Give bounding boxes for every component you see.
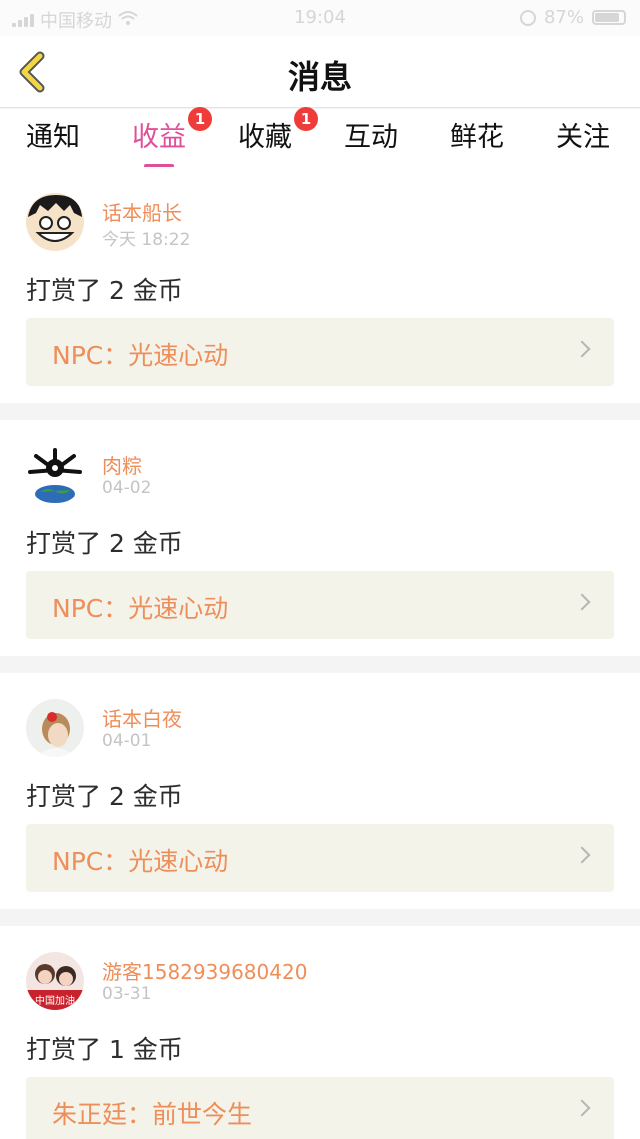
username[interactable]: 游客1582939680420 <box>102 956 307 985</box>
avatar-caption: 中国加油 <box>35 994 75 1007</box>
work-title: NPC：光速心动 <box>52 341 229 370</box>
tab-flowers[interactable]: 鲜花 <box>450 115 504 154</box>
avatar[interactable] <box>26 193 84 251</box>
avatar[interactable] <box>26 446 84 504</box>
avatar[interactable] <box>26 699 84 757</box>
work-title: 朱正廷：前世今生 <box>52 1100 253 1129</box>
tab-bar: 通知 收益 1 收藏 1 互动 鲜花 关注 <box>0 107 640 168</box>
status-bar: 中国移动 19:04 87% <box>0 0 640 36</box>
username[interactable]: 话本船长 <box>102 197 182 226</box>
tab-badge: 1 <box>294 107 318 131</box>
tab-following[interactable]: 关注 <box>556 115 610 154</box>
message-card: 肉粽 04-02 打赏了 2 金币 NPC：光速心动 <box>0 420 640 656</box>
tab-label: 收藏 <box>238 122 292 153</box>
work-link[interactable]: NPC：光速心动 <box>26 824 614 892</box>
tab-earnings[interactable]: 收益 1 <box>132 107 212 168</box>
avatar[interactable]: 中国加油 <box>26 952 84 1010</box>
page-title: 消息 <box>287 58 352 96</box>
tab-label: 收益 <box>132 122 186 153</box>
chevron-right-icon <box>573 593 591 611</box>
work-title: NPC：光速心动 <box>52 847 229 876</box>
tab-badge: 1 <box>188 107 212 131</box>
tab-label: 关注 <box>556 122 610 153</box>
message-card: 话本船长 今天 18:22 打赏了 2 金币 NPC：光速心动 <box>0 167 640 403</box>
tab-notifications[interactable]: 通知 <box>26 115 80 154</box>
reward-text: 打赏了 2 金币 <box>26 276 183 305</box>
reward-text: 打赏了 2 金币 <box>26 529 183 558</box>
tab-interactions[interactable]: 互动 <box>344 115 398 154</box>
battery-percent: 87% <box>543 7 584 28</box>
chevron-right-icon <box>573 1099 591 1117</box>
username[interactable]: 话本白夜 <box>102 703 182 732</box>
chevron-right-icon <box>573 846 591 864</box>
message-date: 今天 18:22 <box>102 230 191 250</box>
tab-label: 互动 <box>344 122 398 153</box>
message-date: 04-02 <box>102 478 152 498</box>
message-card: 话本白夜 04-01 打赏了 2 金币 NPC：光速心动 <box>0 673 640 909</box>
reward-text: 打赏了 2 金币 <box>26 782 183 811</box>
battery-icon <box>592 10 626 25</box>
work-title: NPC：光速心动 <box>52 594 229 623</box>
username[interactable]: 肉粽 <box>102 450 142 479</box>
tab-label: 通知 <box>26 122 80 153</box>
reward-text: 打赏了 1 金币 <box>26 1035 183 1064</box>
work-link[interactable]: NPC：光速心动 <box>26 318 614 386</box>
message-date: 03-31 <box>102 984 152 1004</box>
message-card: 中国加油 游客1582939680420 03-31 打赏了 1 金币 朱正廷：… <box>0 926 640 1139</box>
work-link[interactable]: NPC：光速心动 <box>26 571 614 639</box>
message-date: 04-01 <box>102 731 152 751</box>
tab-label: 鲜花 <box>450 122 504 153</box>
work-link[interactable]: 朱正廷：前世今生 <box>26 1077 614 1139</box>
rotation-lock-icon <box>519 9 536 26</box>
nav-header: 消息 <box>0 36 640 108</box>
tab-favorites[interactable]: 收藏 1 <box>238 107 318 154</box>
chevron-right-icon <box>573 340 591 358</box>
